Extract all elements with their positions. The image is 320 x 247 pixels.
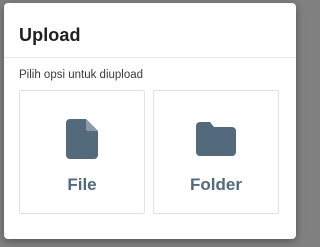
folder-icon (196, 122, 236, 156)
upload-folder-option[interactable]: Folder (153, 90, 279, 214)
upload-dialog: Upload Pilih opsi untuk diupload File Fo… (4, 3, 296, 239)
title-divider (4, 57, 296, 58)
upload-folder-label: Folder (190, 175, 242, 194)
upload-file-label: File (67, 175, 97, 194)
dialog-subtitle: Pilih opsi untuk diupload (19, 69, 144, 81)
upload-file-option[interactable]: File (19, 90, 145, 214)
file-icon (66, 119, 98, 159)
dialog-title: Upload (19, 25, 81, 45)
